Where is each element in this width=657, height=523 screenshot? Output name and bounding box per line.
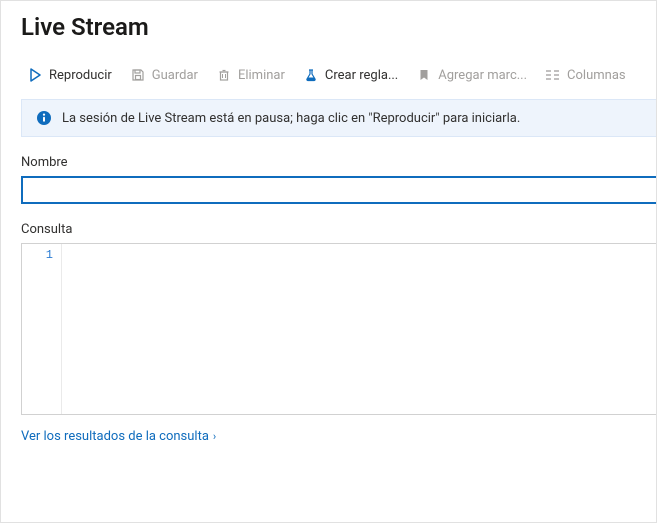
save-icon xyxy=(130,67,146,83)
columns-label: Columnas xyxy=(567,68,626,83)
delete-button[interactable]: Eliminar xyxy=(210,63,291,87)
play-button[interactable]: Reproducir xyxy=(21,63,118,87)
info-icon xyxy=(36,110,52,126)
create-rule-label: Crear regla... xyxy=(325,68,398,83)
save-label: Guardar xyxy=(152,68,198,83)
play-label: Reproducir xyxy=(49,68,112,83)
query-gutter: 1 xyxy=(22,244,62,414)
page-title: Live Stream xyxy=(21,13,656,41)
save-button[interactable]: Guardar xyxy=(124,63,204,87)
info-message: La sesión de Live Stream está en pausa; … xyxy=(62,111,520,126)
query-label: Consulta xyxy=(21,222,656,237)
bookmark-button[interactable]: Agregar marc... xyxy=(410,63,533,87)
columns-icon xyxy=(545,67,561,83)
create-rule-button[interactable]: Crear regla... xyxy=(297,63,404,87)
toolbar: Reproducir Guardar xyxy=(21,63,656,97)
name-label: Nombre xyxy=(21,155,656,170)
live-stream-panel: Live Stream Reproducir Guardar xyxy=(0,0,657,523)
name-input[interactable] xyxy=(21,176,656,204)
view-results-link[interactable]: Ver los resultados de la consulta › xyxy=(21,429,216,444)
chevron-right-icon: › xyxy=(213,430,216,443)
flask-icon xyxy=(303,67,319,83)
delete-label: Eliminar xyxy=(238,68,285,83)
gutter-line-1: 1 xyxy=(22,248,53,262)
query-editor: 1 xyxy=(21,243,656,415)
query-textarea[interactable] xyxy=(62,244,656,414)
bookmark-label: Agregar marc... xyxy=(438,68,527,83)
view-results-label: Ver los resultados de la consulta xyxy=(21,429,209,444)
trash-icon xyxy=(216,67,232,83)
play-icon xyxy=(27,67,43,83)
info-banner: La sesión de Live Stream está en pausa; … xyxy=(21,99,656,137)
bookmark-icon xyxy=(416,67,432,83)
columns-button[interactable]: Columnas xyxy=(539,63,632,87)
